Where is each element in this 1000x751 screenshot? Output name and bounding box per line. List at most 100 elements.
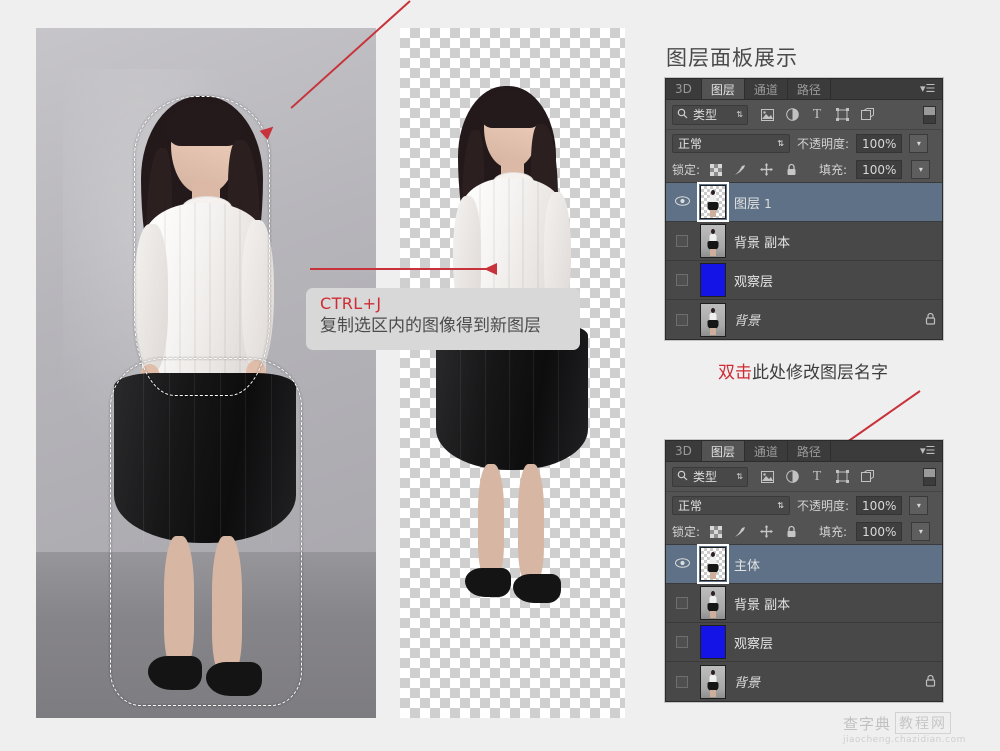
- tab-channels[interactable]: 通道: [745, 79, 788, 99]
- layer-list-bottom: 主体 背景 副本 观察层 背景: [666, 544, 942, 701]
- fill-stepper-icon[interactable]: ▾: [911, 522, 931, 541]
- tab-channels[interactable]: 通道: [745, 441, 788, 461]
- fill-stepper-icon[interactable]: ▾: [911, 160, 931, 179]
- visibility-toggle[interactable]: [672, 675, 692, 688]
- page-title: 图层面板展示: [666, 46, 798, 70]
- updown-arrows-icon[interactable]: ⇅: [736, 472, 743, 481]
- pixel-layer-filter-icon[interactable]: [760, 108, 774, 122]
- layers-panel-bottom[interactable]: 3D 图层 通道 路径 ▾☰ 类型 ⇅ T 正常 ⇅ 不透明度: 100% ▾ …: [665, 440, 943, 702]
- smart-object-filter-icon[interactable]: [860, 470, 874, 484]
- fill-value-field[interactable]: 100%: [856, 522, 903, 541]
- visibility-toggle[interactable]: [672, 195, 692, 209]
- layer-thumbnail[interactable]: [697, 544, 729, 584]
- fill-value-field[interactable]: 100%: [856, 160, 903, 179]
- filter-type-select[interactable]: 类型 ⇅: [672, 466, 748, 487]
- table-row[interactable]: 背景 副本: [666, 584, 942, 623]
- layer-filter-bar: 类型 ⇅ T: [666, 462, 942, 492]
- layer-name[interactable]: 图层 1: [734, 193, 772, 212]
- rename-annotation: 双击此处修改图层名字: [718, 358, 888, 383]
- opacity-stepper-icon[interactable]: ▾: [909, 496, 929, 515]
- layer-locked-icon: [925, 312, 936, 328]
- table-row[interactable]: 主体: [666, 544, 942, 584]
- layers-panel-top[interactable]: 3D 图层 通道 路径 ▾☰ 类型 ⇅ T 正常 ⇅ 不透明度: 100% ▾ …: [665, 78, 943, 340]
- visibility-toggle[interactable]: [672, 597, 692, 609]
- blend-mode-select[interactable]: 正常 ⇅: [672, 496, 790, 515]
- thumbnail-figure: [701, 304, 725, 336]
- lock-row: 锁定: 填充: 100% ▾: [666, 157, 942, 183]
- panel-menu-icon[interactable]: ▾☰: [920, 83, 936, 95]
- eye-off-icon: [676, 636, 688, 648]
- watermark: 查字典 教程网 jiaocheng.chazidian.com: [843, 712, 993, 746]
- visibility-toggle[interactable]: [672, 235, 692, 247]
- layer-thumbnail[interactable]: [700, 263, 726, 297]
- layer-thumbnail[interactable]: [700, 224, 726, 258]
- lock-image-pixels-icon[interactable]: [734, 525, 748, 539]
- rename-annotation-highlight: 双击: [718, 363, 752, 383]
- table-row[interactable]: 观察层: [666, 261, 942, 300]
- callout-description: 复制选区内的图像得到新图层: [320, 316, 541, 336]
- tab-paths[interactable]: 路径: [788, 441, 831, 461]
- shape-layer-filter-icon[interactable]: [835, 470, 849, 484]
- lock-transparent-pixels-icon[interactable]: [709, 525, 723, 539]
- layer-thumbnail[interactable]: [697, 182, 729, 222]
- layer-thumbnail[interactable]: [700, 302, 726, 337]
- tab-3d[interactable]: 3D: [666, 441, 702, 461]
- eye-off-icon: [676, 274, 688, 286]
- lock-image-pixels-icon[interactable]: [734, 163, 748, 177]
- chevron-updown-icon: ⇅: [777, 501, 784, 510]
- adjustment-layer-filter-icon[interactable]: [785, 470, 799, 484]
- layer-name[interactable]: 背景 副本: [734, 594, 790, 613]
- visibility-toggle[interactable]: [672, 636, 692, 648]
- callout-ctrl-j: CTRL+J 复制选区内的图像得到新图层: [306, 288, 580, 350]
- layer-name[interactable]: 观察层: [734, 271, 773, 290]
- eye-off-icon: [676, 597, 688, 609]
- layer-name[interactable]: 背景: [734, 310, 760, 329]
- layer-thumbnail[interactable]: [700, 664, 726, 699]
- filter-toggle-switch[interactable]: [923, 105, 936, 124]
- opacity-value-field[interactable]: 100%: [856, 496, 903, 515]
- tab-3d[interactable]: 3D: [666, 79, 702, 99]
- visibility-toggle[interactable]: [672, 274, 692, 286]
- lock-all-icon[interactable]: [784, 163, 798, 177]
- blend-mode-select[interactable]: 正常 ⇅: [672, 134, 790, 153]
- opacity-stepper-icon[interactable]: ▾: [909, 134, 929, 153]
- panel-tabs: 3D 图层 通道 路径 ▾☰: [666, 79, 942, 100]
- chevron-updown-icon: ⇅: [777, 139, 784, 148]
- tab-paths[interactable]: 路径: [788, 79, 831, 99]
- tab-layers[interactable]: 图层: [701, 79, 745, 99]
- lock-all-icon[interactable]: [784, 525, 798, 539]
- type-layer-filter-icon[interactable]: T: [810, 469, 824, 484]
- layer-thumbnail[interactable]: [700, 625, 726, 659]
- table-row[interactable]: 图层 1: [666, 182, 942, 222]
- panel-menu-icon[interactable]: ▾☰: [920, 445, 936, 457]
- blend-mode-value: 正常: [678, 499, 703, 513]
- visibility-toggle[interactable]: [672, 557, 692, 571]
- table-row[interactable]: 观察层: [666, 623, 942, 662]
- filter-type-select[interactable]: 类型 ⇅: [672, 104, 748, 125]
- table-row[interactable]: 背景: [666, 300, 942, 339]
- table-row[interactable]: 背景: [666, 662, 942, 701]
- layer-name[interactable]: 观察层: [734, 633, 773, 652]
- original-photo: [36, 28, 376, 718]
- tab-layers[interactable]: 图层: [701, 441, 745, 461]
- visibility-toggle[interactable]: [672, 313, 692, 326]
- layer-name[interactable]: 主体: [734, 555, 760, 574]
- filter-toggle-switch[interactable]: [923, 467, 936, 486]
- adjustment-layer-filter-icon[interactable]: [785, 108, 799, 122]
- thumbnail-figure: [701, 186, 725, 218]
- lock-position-icon[interactable]: [759, 163, 773, 177]
- lock-transparent-pixels-icon[interactable]: [709, 163, 723, 177]
- layer-name[interactable]: 背景: [734, 672, 760, 691]
- shape-layer-filter-icon[interactable]: [835, 108, 849, 122]
- updown-arrows-icon[interactable]: ⇅: [736, 110, 743, 119]
- type-layer-filter-icon[interactable]: T: [810, 107, 824, 122]
- opacity-value-field[interactable]: 100%: [856, 134, 903, 153]
- blend-mode-value: 正常: [678, 137, 703, 151]
- layer-thumbnail[interactable]: [700, 586, 726, 620]
- lock-position-icon[interactable]: [759, 525, 773, 539]
- opacity-label: 不透明度:: [797, 137, 850, 151]
- table-row[interactable]: 背景 副本: [666, 222, 942, 261]
- pixel-layer-filter-icon[interactable]: [760, 470, 774, 484]
- layer-name[interactable]: 背景 副本: [734, 232, 790, 251]
- smart-object-filter-icon[interactable]: [860, 108, 874, 122]
